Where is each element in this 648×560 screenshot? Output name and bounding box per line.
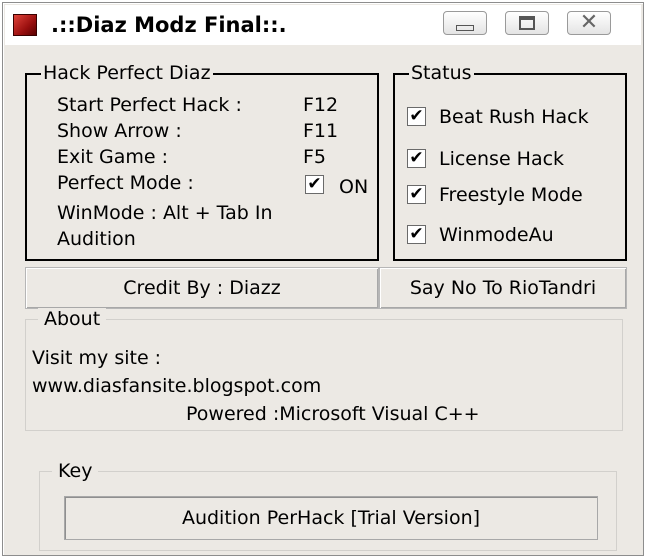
hack-group: Hack Perfect Diaz Start Perfect Hack : F… (25, 62, 379, 261)
key-field[interactable]: Audition PerHack [Trial Version] (64, 496, 598, 540)
key-legend: Key (52, 460, 99, 482)
exit-game-key: F5 (303, 146, 327, 168)
exit-game-label: Exit Game : (57, 146, 169, 168)
perfect-mode-state: ON (339, 176, 369, 198)
window-title: .::Diaz Modz Final::. (51, 13, 287, 37)
start-perfect-hack-key: F12 (303, 94, 339, 116)
maximize-icon (519, 16, 535, 30)
start-perfect-hack-label: Start Perfect Hack : (57, 94, 242, 116)
app-window: .::Diaz Modz Final::. ✕ Hack Perfect Dia… (2, 2, 644, 556)
about-legend: About (38, 308, 107, 330)
license-hack-checkbox[interactable]: ✔ (407, 149, 426, 168)
perfect-mode-label: Perfect Mode : (57, 172, 194, 194)
about-group: About Visit my site : www.diasfansite.bl… (25, 308, 623, 431)
visit-site-label: Visit my site : (32, 347, 162, 369)
app-icon (13, 14, 37, 36)
beat-rush-hack-checkbox[interactable]: ✔ (407, 107, 426, 126)
title-bar[interactable]: .::Diaz Modz Final::. ✕ (5, 5, 641, 45)
freestyle-mode-checkbox[interactable]: ✔ (407, 185, 426, 204)
powered-by-text: Powered :Microsoft Visual C++ (186, 403, 480, 425)
status-group: Status ✔ Beat Rush Hack ✔ License Hack ✔… (393, 62, 627, 261)
status-group-legend: Status (409, 62, 474, 84)
key-group: Key Audition PerHack [Trial Version] (39, 460, 617, 551)
close-button[interactable]: ✕ (567, 11, 611, 35)
credit-button[interactable]: Credit By : Diazz (25, 267, 379, 309)
winmodeau-label: WinmodeAu (439, 224, 554, 246)
say-no-button[interactable]: Say No To RioTandri (379, 267, 627, 309)
show-arrow-label: Show Arrow : (57, 120, 182, 142)
site-url: www.diasfansite.blogspot.com (32, 375, 322, 397)
hack-group-legend: Hack Perfect Diaz (41, 62, 213, 84)
maximize-button[interactable] (505, 11, 549, 35)
winmodeau-checkbox[interactable]: ✔ (407, 225, 426, 244)
license-hack-label: License Hack (439, 148, 565, 170)
perfect-mode-checkbox[interactable]: ✔ (305, 175, 324, 194)
freestyle-mode-label: Freestyle Mode (439, 184, 583, 206)
show-arrow-key: F11 (303, 120, 339, 142)
close-icon: ✕ (579, 10, 599, 35)
beat-rush-hack-label: Beat Rush Hack (439, 106, 589, 128)
winmode-text-line2: Audition (57, 228, 136, 250)
minimize-icon (456, 25, 474, 31)
winmode-text-line1: WinMode : Alt + Tab In (57, 202, 273, 224)
minimize-button[interactable] (443, 11, 487, 35)
